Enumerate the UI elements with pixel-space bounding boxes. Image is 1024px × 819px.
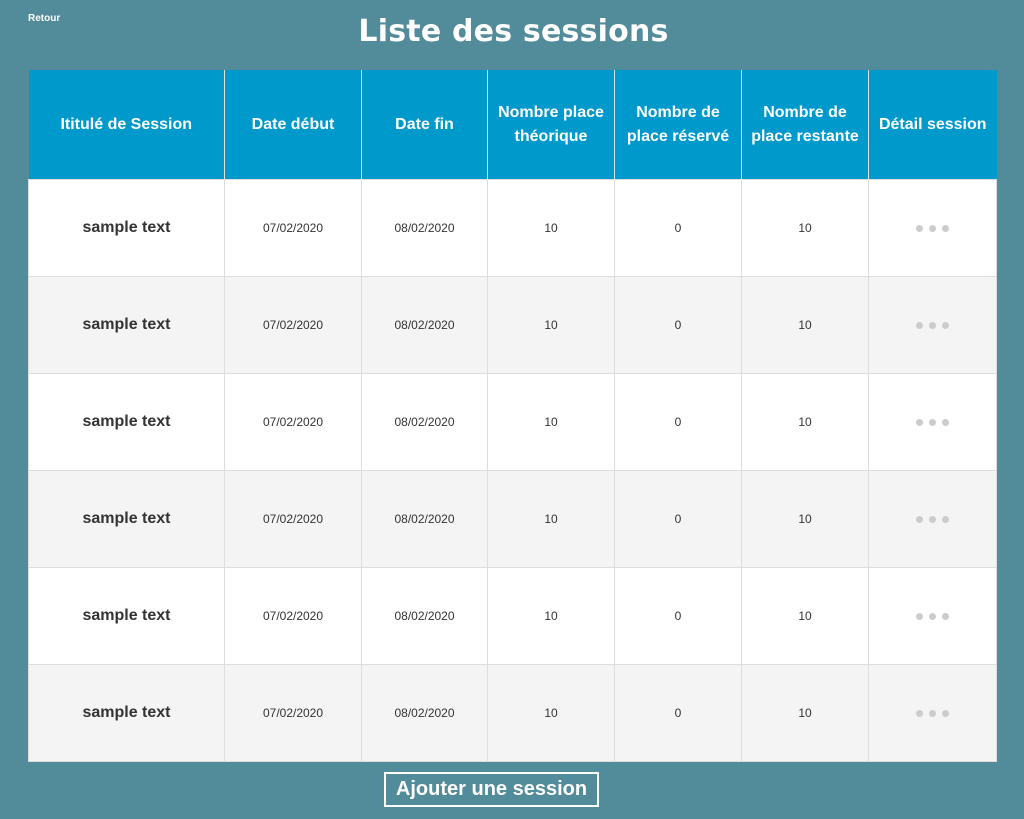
remaining-places: 10 xyxy=(741,373,869,471)
reserved-places: 0 xyxy=(614,664,742,762)
theoretical-places: 10 xyxy=(487,179,615,277)
header-end-date: Date fin xyxy=(361,70,488,180)
theoretical-places: 10 xyxy=(487,276,615,374)
start-date: 07/02/2020 xyxy=(224,567,362,665)
session-name: sample text xyxy=(28,373,225,471)
header-reserved-places: Nombre de place réservé xyxy=(614,70,742,180)
table-header-row: Ititulé de Session Date début Date fin N… xyxy=(28,70,997,180)
end-date: 08/02/2020 xyxy=(361,664,488,762)
start-date: 07/02/2020 xyxy=(224,664,362,762)
session-name: sample text xyxy=(28,179,225,277)
header-theoretical-places: Nombre place théorique xyxy=(487,70,615,180)
table-row: sample text 07/02/2020 08/02/2020 10 0 1… xyxy=(28,276,997,374)
theoretical-places: 10 xyxy=(487,664,615,762)
reserved-places: 0 xyxy=(614,179,742,277)
end-date: 08/02/2020 xyxy=(361,373,488,471)
end-date: 08/02/2020 xyxy=(361,276,488,374)
more-dots-icon[interactable] xyxy=(912,512,953,527)
more-dots-icon[interactable] xyxy=(912,318,953,333)
detail-cell xyxy=(868,567,997,665)
add-session-button[interactable]: Ajouter une session xyxy=(384,772,599,807)
end-date: 08/02/2020 xyxy=(361,567,488,665)
remaining-places: 10 xyxy=(741,567,869,665)
header-start-date: Date début xyxy=(224,70,362,180)
header-session-title: Ititulé de Session xyxy=(28,70,225,180)
reserved-places: 0 xyxy=(614,276,742,374)
more-dots-icon[interactable] xyxy=(912,609,953,624)
table-row: sample text 07/02/2020 08/02/2020 10 0 1… xyxy=(28,664,997,762)
header-remaining-places: Nombre de place restante xyxy=(741,70,869,180)
detail-cell xyxy=(868,276,997,374)
more-dots-icon[interactable] xyxy=(912,221,953,236)
session-name: sample text xyxy=(28,276,225,374)
remaining-places: 10 xyxy=(741,470,869,568)
detail-cell xyxy=(868,664,997,762)
table-row: sample text 07/02/2020 08/02/2020 10 0 1… xyxy=(28,373,997,471)
start-date: 07/02/2020 xyxy=(224,470,362,568)
detail-cell xyxy=(868,470,997,568)
header-session-detail: Détail session xyxy=(868,70,997,180)
remaining-places: 10 xyxy=(741,179,869,277)
reserved-places: 0 xyxy=(614,470,742,568)
detail-cell xyxy=(868,179,997,277)
theoretical-places: 10 xyxy=(487,567,615,665)
session-name: sample text xyxy=(28,664,225,762)
reserved-places: 0 xyxy=(614,567,742,665)
page-title: Liste des sessions xyxy=(358,14,669,49)
reserved-places: 0 xyxy=(614,373,742,471)
remaining-places: 10 xyxy=(741,276,869,374)
session-name: sample text xyxy=(28,470,225,568)
page: Retour Liste des sessions Ititulé de Ses… xyxy=(0,0,1024,819)
theoretical-places: 10 xyxy=(487,470,615,568)
table-row: sample text 07/02/2020 08/02/2020 10 0 1… xyxy=(28,470,997,568)
table-row: sample text 07/02/2020 08/02/2020 10 0 1… xyxy=(28,179,997,277)
theoretical-places: 10 xyxy=(487,373,615,471)
table-row: sample text 07/02/2020 08/02/2020 10 0 1… xyxy=(28,567,997,665)
end-date: 08/02/2020 xyxy=(361,470,488,568)
more-dots-icon[interactable] xyxy=(912,706,953,721)
sessions-table: Ititulé de Session Date début Date fin N… xyxy=(28,70,997,762)
start-date: 07/02/2020 xyxy=(224,179,362,277)
end-date: 08/02/2020 xyxy=(361,179,488,277)
session-name: sample text xyxy=(28,567,225,665)
detail-cell xyxy=(868,373,997,471)
remaining-places: 10 xyxy=(741,664,869,762)
more-dots-icon[interactable] xyxy=(912,415,953,430)
start-date: 07/02/2020 xyxy=(224,276,362,374)
start-date: 07/02/2020 xyxy=(224,373,362,471)
